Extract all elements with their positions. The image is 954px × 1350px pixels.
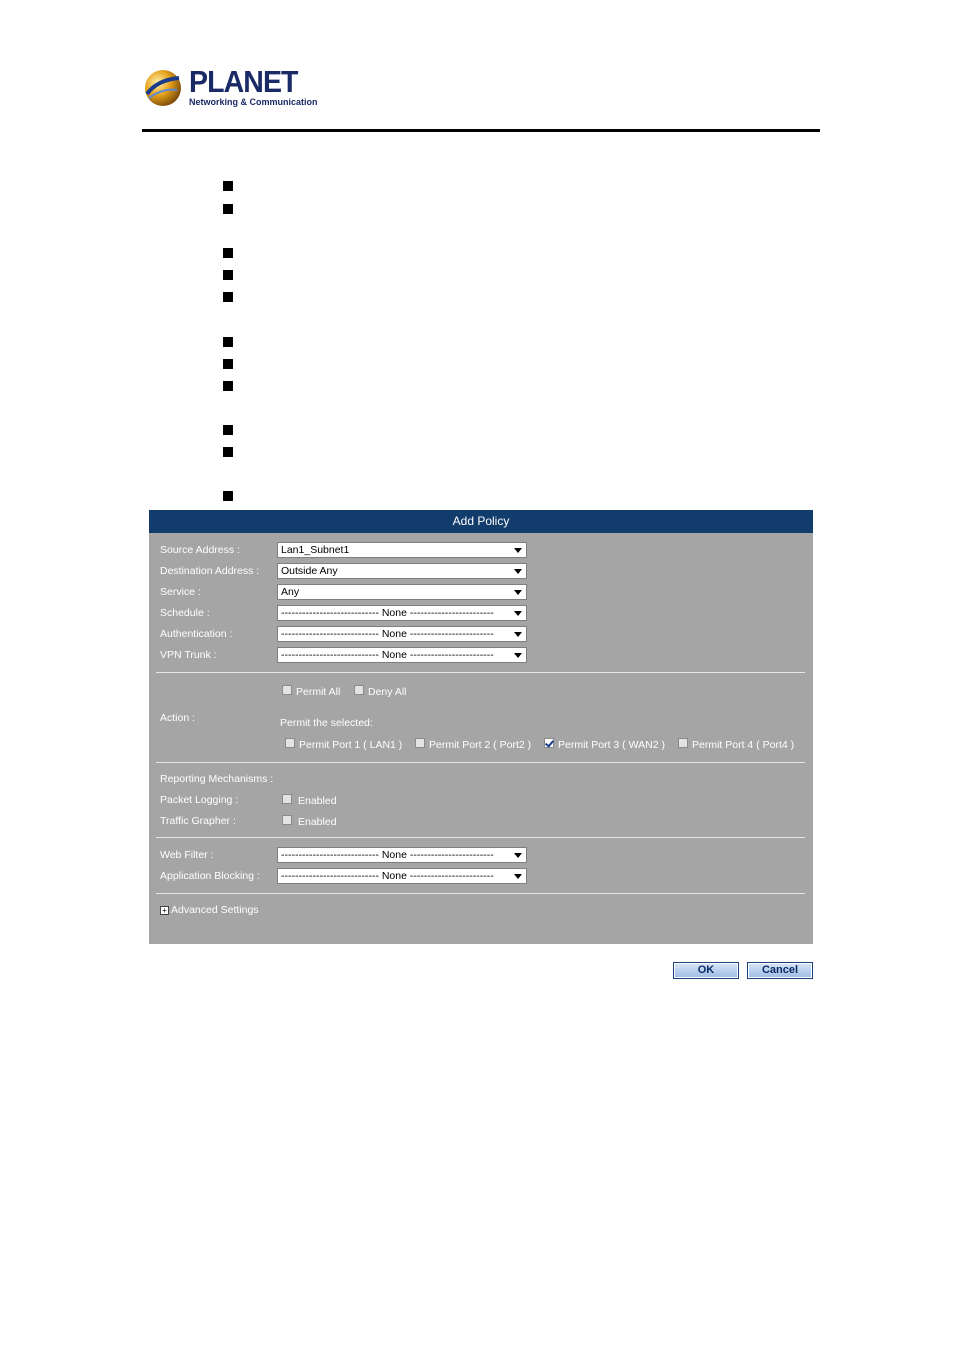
permit-selected-label: Permit the selected: (280, 717, 373, 729)
bullet-marker (223, 447, 233, 457)
expand-plus-icon[interactable]: + (160, 906, 169, 915)
dropdown-arrow-icon (514, 632, 522, 637)
packet-logging-enabled-label: Enabled (298, 795, 337, 807)
schedule-select[interactable]: ---------------------------- None ------… (277, 605, 527, 621)
bullet-marker (223, 248, 233, 258)
port1-label: Permit Port 1 ( LAN1 ) (299, 739, 403, 751)
service-label: Service : (160, 586, 201, 598)
bullet-marker (223, 491, 233, 501)
bullet-marker (223, 181, 233, 191)
authentication-label: Authentication : (160, 628, 233, 640)
web-filter-select[interactable]: ---------------------------- None ------… (277, 847, 527, 863)
destination-address-select[interactable]: Outside Any (277, 563, 527, 579)
permit-all-checkbox[interactable] (282, 685, 292, 695)
source-address-select[interactable]: Lan1_Subnet1 (277, 542, 527, 558)
application-blocking-value: ---------------------------- None ------… (281, 870, 494, 882)
cancel-button[interactable]: Cancel (747, 962, 813, 979)
bullet-marker (223, 292, 233, 302)
dropdown-arrow-icon (514, 590, 522, 595)
traffic-grapher-enabled-label: Enabled (298, 816, 337, 828)
vpn-trunk-label: VPN Trunk : (160, 649, 217, 661)
port3-label: Permit Port 3 ( WAN2 ) (558, 739, 665, 751)
port3-checkbox[interactable] (544, 738, 554, 748)
dropdown-arrow-icon (514, 853, 522, 858)
schedule-label: Schedule : (160, 607, 210, 619)
traffic-grapher-label: Traffic Grapher : (160, 815, 236, 827)
deny-all-label: Deny All (368, 686, 407, 698)
traffic-grapher-checkbox[interactable] (282, 815, 292, 825)
destination-address-value: Outside Any (281, 565, 338, 577)
bullet-marker (223, 381, 233, 391)
bullet-marker (223, 270, 233, 280)
planet-logo: PLANET Networking & Communication (143, 64, 318, 112)
bullet-marker (223, 337, 233, 347)
dropdown-arrow-icon (514, 653, 522, 658)
permit-all-label: Permit All (296, 686, 341, 698)
dropdown-arrow-icon (514, 548, 522, 553)
advanced-settings-link[interactable]: Advanced Settings (171, 904, 259, 916)
reporting-mechanisms-label: Reporting Mechanisms : (160, 773, 274, 785)
source-address-label: Source Address : (160, 544, 240, 556)
header-divider (142, 129, 820, 132)
deny-all-checkbox[interactable] (354, 685, 364, 695)
dropdown-arrow-icon (514, 874, 522, 879)
application-blocking-label: Application Blocking : (160, 870, 260, 882)
port4-label: Permit Port 4 ( Port4 ) (692, 739, 795, 751)
authentication-select[interactable]: ---------------------------- None ------… (277, 626, 527, 642)
globe-icon (145, 70, 181, 106)
authentication-value: ---------------------------- None ------… (281, 628, 494, 640)
web-filter-label: Web Filter : (160, 849, 214, 861)
port2-checkbox[interactable] (415, 738, 425, 748)
service-value: Any (281, 586, 300, 598)
destination-address-label: Destination Address : (160, 565, 260, 577)
dropdown-arrow-icon (514, 611, 522, 616)
dropdown-arrow-icon (514, 569, 522, 574)
port1-checkbox[interactable] (285, 738, 295, 748)
section-divider (156, 893, 805, 894)
bullet-marker (223, 204, 233, 214)
panel-title: Add Policy (149, 510, 813, 533)
ok-button[interactable]: OK (673, 962, 739, 979)
packet-logging-label: Packet Logging : (160, 794, 239, 806)
packet-logging-checkbox[interactable] (282, 794, 292, 804)
section-divider (156, 762, 805, 763)
bullet-marker (223, 425, 233, 435)
add-policy-panel: Add Policy Source Address : Lan1_Subnet1… (149, 510, 813, 944)
application-blocking-select[interactable]: ---------------------------- None ------… (277, 868, 527, 884)
source-address-value: Lan1_Subnet1 (281, 544, 350, 556)
brand-name: PLANET (189, 64, 298, 99)
bullet-marker (223, 359, 233, 369)
vpn-trunk-value: ---------------------------- None ------… (281, 649, 494, 661)
section-divider (156, 672, 805, 673)
brand-tagline: Networking & Communication (189, 97, 318, 107)
port4-checkbox[interactable] (678, 738, 688, 748)
section-divider (156, 837, 805, 838)
web-filter-value: ---------------------------- None ------… (281, 849, 494, 861)
service-select[interactable]: Any (277, 584, 527, 600)
vpn-trunk-select[interactable]: ---------------------------- None ------… (277, 647, 527, 663)
port2-label: Permit Port 2 ( Port2 ) (429, 739, 532, 751)
schedule-value: ---------------------------- None ------… (281, 607, 494, 619)
action-label: Action : (160, 712, 196, 724)
